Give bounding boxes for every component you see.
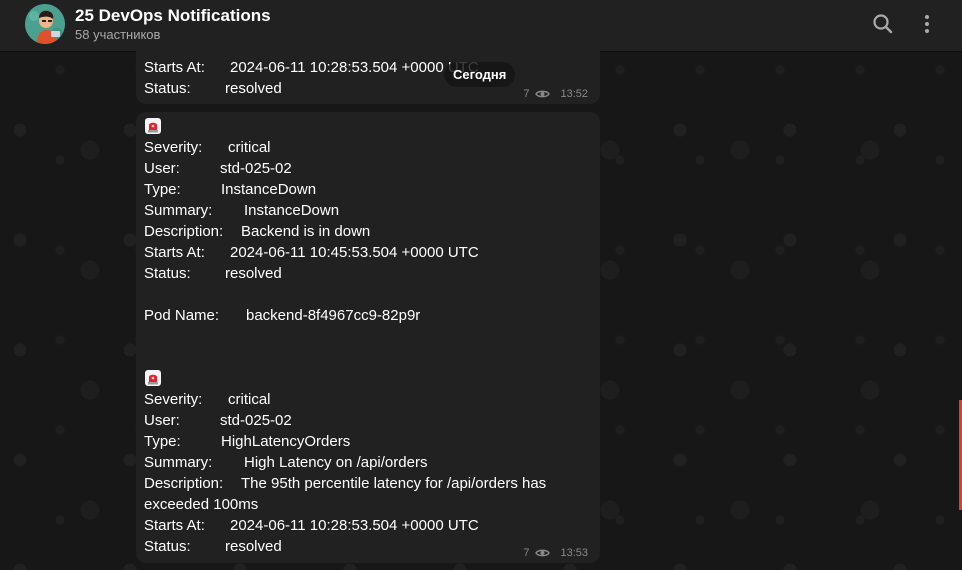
user-line: User: std-025-02 <box>144 158 292 179</box>
starts-at-line: Starts At: 2024-06-11 10:45:53.504 +0000… <box>144 242 479 263</box>
field-label: Severity: <box>144 391 203 408</box>
field-label: User: <box>144 412 180 429</box>
field-value: 2024-06-11 10:45:53.504 +0000 UTC <box>230 244 479 261</box>
field-label: Description: <box>144 223 224 240</box>
view-count: 7 <box>523 547 530 559</box>
field-value: High Latency on /api/orders <box>244 454 428 471</box>
field-label: Description: <box>144 475 224 492</box>
field-label: Status: <box>144 265 191 282</box>
type-line: Type: InstanceDown <box>144 179 316 200</box>
summary-line: Summary: High Latency on /api/orders <box>144 452 427 473</box>
field-value: critical <box>228 139 271 156</box>
message-time: 13:52 <box>560 88 588 100</box>
status-line: Status: resolved <box>144 536 282 557</box>
summary-line: Summary: InstanceDown <box>144 200 339 221</box>
field-value: resolved <box>225 80 282 97</box>
severity-line: Severity: critical <box>144 137 271 158</box>
message-meta: 7 13:53 <box>523 547 588 559</box>
search-button[interactable] <box>866 7 900 41</box>
message-time: 13:53 <box>560 547 588 559</box>
field-label: Starts At: <box>144 517 205 534</box>
field-label: Status: <box>144 538 191 555</box>
description-line: Description: The 95th percentile latency… <box>144 473 546 494</box>
police-car-light-icon <box>145 370 161 386</box>
field-label: Summary: <box>144 202 213 219</box>
type-line: Type: HighLatencyOrders <box>144 431 350 452</box>
field-label: Starts At: <box>144 59 205 76</box>
field-value: resolved <box>225 538 282 555</box>
starts-at-line: Starts At: 2024-06-11 10:28:53.504 +0000… <box>144 57 479 78</box>
field-label: Severity: <box>144 139 203 156</box>
field-value: 2024-06-11 10:28:53.504 +0000 UTC <box>230 59 479 76</box>
severity-line: Severity: critical <box>144 389 271 410</box>
search-icon <box>873 14 893 34</box>
message-bubble[interactable]: Starts At: 2024-06-11 10:28:53.504 +0000… <box>136 40 600 104</box>
chat-title[interactable]: 25 DevOps Notifications <box>75 6 271 26</box>
field-value: backend-8f4967cc9-82p9r <box>246 307 421 324</box>
eye-icon <box>535 90 551 98</box>
description-line: Description: Backend is in down <box>144 221 370 242</box>
description-continuation: exceeded 100ms <box>144 496 259 513</box>
field-value: The 95th percentile latency for /api/ord… <box>241 475 547 492</box>
field-label: User: <box>144 160 180 177</box>
police-car-light-icon <box>145 118 161 134</box>
message-meta: 7 13:52 <box>523 88 588 100</box>
eye-icon <box>535 549 551 557</box>
starts-at-line: Starts At: 2024-06-11 10:28:53.504 +0000… <box>144 515 479 536</box>
field-value: std-025-02 <box>220 160 292 177</box>
chat-avatar[interactable] <box>25 4 65 44</box>
status-line: Status: resolved <box>144 263 282 284</box>
more-vertical-icon <box>925 15 929 33</box>
field-value: Backend is in down <box>241 223 371 240</box>
field-value: critical <box>228 391 271 408</box>
status-line: Status: resolved <box>144 78 282 99</box>
field-value: HighLatencyOrders <box>221 433 351 450</box>
more-options-button[interactable] <box>910 7 944 41</box>
field-value: 2024-06-11 10:28:53.504 +0000 UTC <box>230 517 479 534</box>
view-count: 7 <box>523 88 530 100</box>
field-label: Status: <box>144 80 191 97</box>
message-bubble[interactable]: Severity: critical User: std-025-02 Type… <box>136 112 600 563</box>
field-value: resolved <box>225 265 282 282</box>
field-label: Starts At: <box>144 244 205 261</box>
pod-name-line: Pod Name: backend-8f4967cc9-82p9r <box>144 305 420 326</box>
field-label: Type: <box>144 433 181 450</box>
field-label: Type: <box>144 181 181 198</box>
user-line: User: std-025-02 <box>144 410 292 431</box>
field-value: InstanceDown <box>244 202 340 219</box>
date-separator: Сегодня <box>444 62 516 87</box>
field-value: InstanceDown <box>221 181 317 198</box>
field-value: std-025-02 <box>220 412 292 429</box>
field-label: Summary: <box>144 454 213 471</box>
field-label: Pod Name: <box>144 307 220 324</box>
